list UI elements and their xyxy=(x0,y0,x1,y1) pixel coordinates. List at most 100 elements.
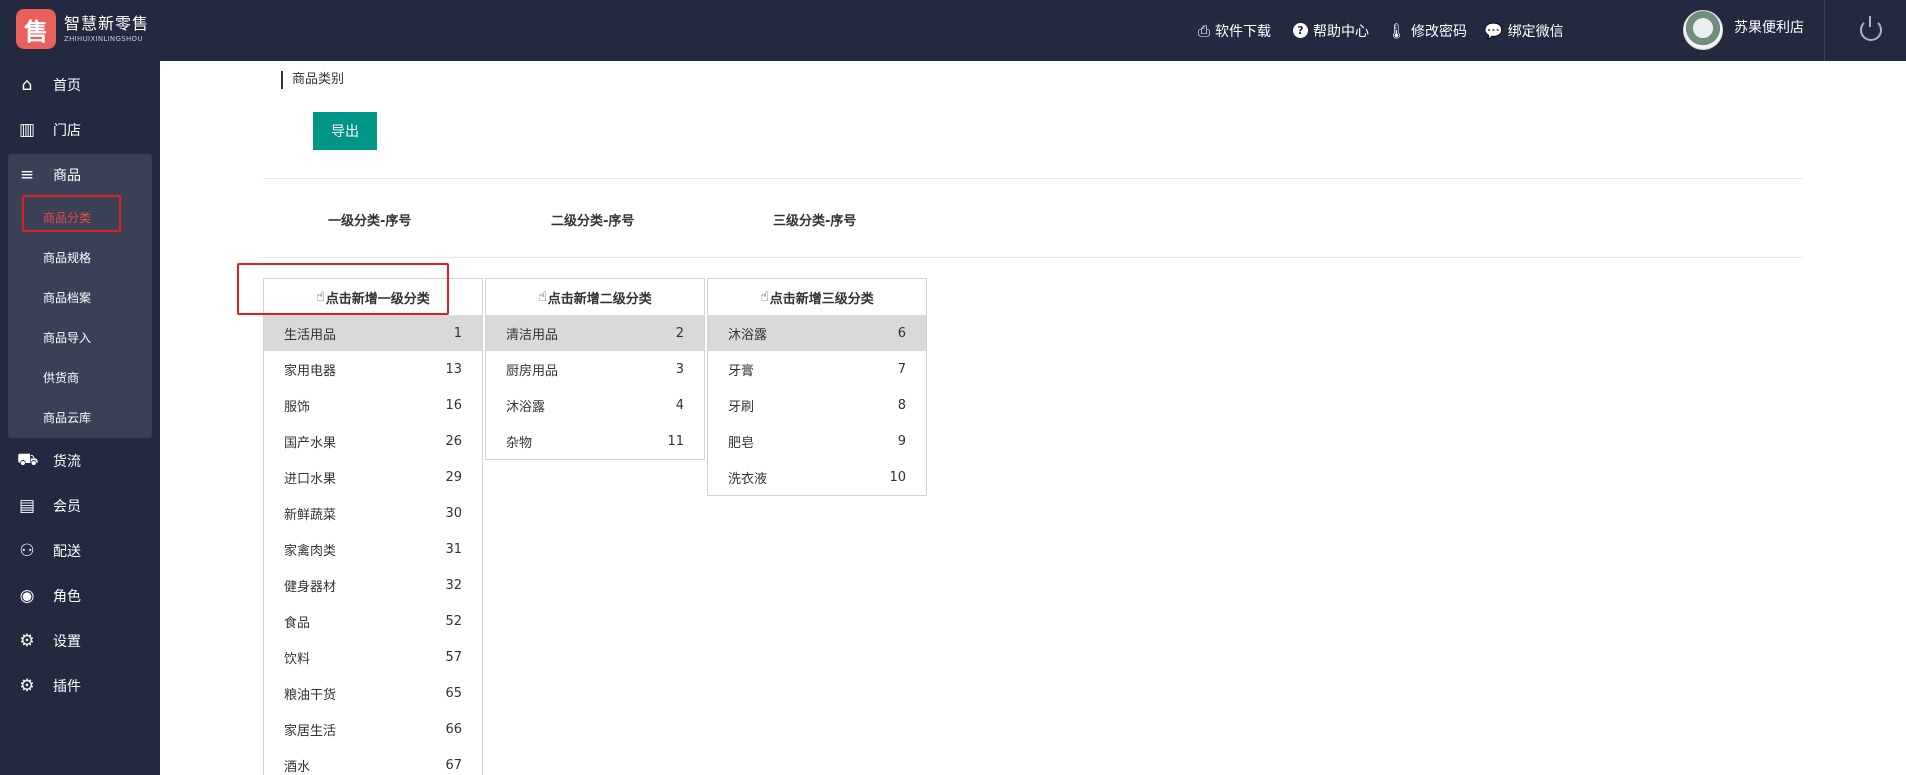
category-name: 牙膏 xyxy=(728,363,755,379)
category-name: 厨房用品 xyxy=(506,363,559,379)
help-center-label: 帮助中心 xyxy=(1313,23,1369,40)
table-row[interactable]: 肥皂 9 xyxy=(708,423,926,459)
category-seq: 66 xyxy=(445,721,462,737)
motorcycle-icon: ⚇ xyxy=(19,541,35,561)
change-password-label: 修改密码 xyxy=(1411,23,1468,40)
add-level3-category-button[interactable]: ☝ 点击新增三级分类 xyxy=(708,279,926,315)
table-row[interactable]: 食品 52 xyxy=(264,603,482,639)
table-row[interactable]: 牙膏 7 xyxy=(708,351,926,387)
category-seq: 26 xyxy=(445,433,462,449)
help-center-link[interactable]: ? 帮助中心 xyxy=(1293,0,1369,61)
sidebar-item-settings[interactable]: ⚙ 设置 xyxy=(0,621,160,661)
table-row[interactable]: 牙刷 8 xyxy=(708,387,926,423)
sidebar-subitem-goods-archive[interactable]: 商品档案 xyxy=(43,289,91,306)
table-row[interactable]: 家用电器 13 xyxy=(264,351,482,387)
category-name: 杂物 xyxy=(506,435,533,451)
sidebar-item-label: 商品 xyxy=(53,168,81,184)
add-level2-category-label: 点击新增二级分类 xyxy=(547,291,652,307)
column-header-level3: 三级分类-序号 xyxy=(773,214,857,229)
table-row[interactable]: 清洁用品 2 xyxy=(486,315,704,351)
sidebar-subitem-supplier[interactable]: 供货商 xyxy=(43,369,79,386)
divider xyxy=(263,257,1803,258)
category-seq: 7 xyxy=(897,361,906,377)
table-row[interactable]: 家居生活 66 xyxy=(264,711,482,747)
sidebar-item-label: 会员 xyxy=(53,499,81,515)
pointer-hand-icon: ☝ xyxy=(538,289,547,305)
category-seq: 10 xyxy=(889,469,906,485)
table-row[interactable]: 饮料 57 xyxy=(264,639,482,675)
sidebar-subitem-goods-cloud[interactable]: 商品云库 xyxy=(43,409,91,426)
sidebar-item-home[interactable]: ⌂ 首页 xyxy=(0,65,160,105)
category-seq: 1 xyxy=(453,325,462,341)
table-row[interactable]: 酒水 67 xyxy=(264,747,482,775)
sidebar-item-label: 插件 xyxy=(53,679,81,695)
bind-wechat-link[interactable]: 💬 绑定微信 xyxy=(1484,0,1564,61)
sidebar-item-label: 角色 xyxy=(53,589,81,605)
table-row[interactable]: 国产水果 26 xyxy=(264,423,482,459)
sidebar-item-label: 配送 xyxy=(53,544,81,560)
category-name: 粮油干货 xyxy=(284,687,337,703)
table-row[interactable]: 生活用品 1 xyxy=(264,315,482,351)
scrollbar[interactable] xyxy=(1896,61,1906,775)
add-level2-category-button[interactable]: ☝ 点击新增二级分类 xyxy=(486,279,704,315)
column-header-level1: 一级分类-序号 xyxy=(328,214,412,229)
table-row[interactable]: 厨房用品 3 xyxy=(486,351,704,387)
category-name: 食品 xyxy=(284,615,311,631)
table-row[interactable]: 杂物 11 xyxy=(486,423,704,459)
category-seq: 13 xyxy=(445,361,462,377)
pointer-hand-icon: ☝ xyxy=(760,289,769,305)
wechat-icon: 💬 xyxy=(1484,21,1503,40)
category-list-level1: ☝ 点击新增一级分类 生活用品 1 家用电器 13 服饰 16 国产水果 26 进口水果… xyxy=(263,278,483,775)
logo-text: 智慧新零售 ZHIHUIXINLINGSHOU xyxy=(64,15,149,43)
table-row[interactable]: 服饰 16 xyxy=(264,387,482,423)
table-row[interactable]: 沐浴露 6 xyxy=(708,315,926,351)
printer-icon: ⎙ xyxy=(1198,21,1211,40)
power-icon[interactable] xyxy=(1860,16,1882,41)
building-icon: ▥ xyxy=(18,120,36,140)
category-name: 清洁用品 xyxy=(506,327,559,343)
sidebar-item-role[interactable]: ◉ 角色 xyxy=(0,576,160,616)
category-seq: 3 xyxy=(675,361,684,377)
sidebar-item-plugins[interactable]: ⚙ 插件 xyxy=(0,666,160,706)
logo-icon: 售 xyxy=(16,9,56,49)
table-row[interactable]: 家禽肉类 31 xyxy=(264,531,482,567)
table-row[interactable]: 进口水果 29 xyxy=(264,459,482,495)
gears-icon: ⚙ xyxy=(19,676,35,696)
table-row[interactable]: 洗衣液 10 xyxy=(708,459,926,495)
category-name: 沐浴露 xyxy=(506,399,546,415)
truck-icon: ⛟ xyxy=(17,450,39,470)
table-row[interactable]: 新鲜蔬菜 30 xyxy=(264,495,482,531)
add-level3-category-label: 点击新增三级分类 xyxy=(769,291,874,307)
logo[interactable]: 售 智慧新零售 ZHIHUIXINLINGSHOU xyxy=(16,9,149,49)
export-button[interactable]: 导出 xyxy=(313,112,377,150)
table-row[interactable]: 粮油干货 65 xyxy=(264,675,482,711)
column-header-level2: 二级分类-序号 xyxy=(551,214,635,229)
logo-subtitle: ZHIHUIXINLINGSHOU xyxy=(64,34,143,43)
category-name: 家用电器 xyxy=(284,363,337,379)
id-card-icon: ▤ xyxy=(18,496,36,516)
category-list-level2: ☝ 点击新增二级分类 清洁用品 2 厨房用品 3 沐浴露 4 杂物 11 xyxy=(485,278,705,460)
highlight-box-add-level1 xyxy=(237,263,449,315)
category-seq: 29 xyxy=(445,469,462,485)
avatar[interactable] xyxy=(1683,10,1723,50)
store-name[interactable]: 苏果便利店 xyxy=(1734,0,1804,61)
home-icon: ⌂ xyxy=(21,75,33,95)
sidebar-subitem-goods-spec[interactable]: 商品规格 xyxy=(43,249,91,266)
software-download-link[interactable]: ⎙ 软件下载 xyxy=(1198,0,1271,61)
table-row[interactable]: 健身器材 32 xyxy=(264,567,482,603)
sidebar-item-member[interactable]: ▤ 会员 xyxy=(0,486,160,526)
sidebar-item-label: 门店 xyxy=(53,123,81,139)
category-name: 服饰 xyxy=(284,399,311,415)
sidebar-item-goods[interactable]: ≡ 商品 xyxy=(0,155,160,195)
sidebar-item-label: 首页 xyxy=(53,78,81,94)
sidebar-subitem-goods-import[interactable]: 商品导入 xyxy=(43,329,91,346)
sidebar-item-delivery[interactable]: ⚇ 配送 xyxy=(0,531,160,571)
category-seq: 32 xyxy=(445,577,462,593)
sidebar-item-logistics[interactable]: ⛟ 货流 xyxy=(0,441,160,481)
sidebar-item-store[interactable]: ▥ 门店 xyxy=(0,110,160,150)
list-icon: ≡ xyxy=(19,165,35,185)
table-row[interactable]: 沐浴露 4 xyxy=(486,387,704,423)
change-password-link[interactable]: 🌡 修改密码 xyxy=(1387,0,1467,61)
category-seq: 67 xyxy=(445,757,462,773)
category-name: 国产水果 xyxy=(284,435,337,451)
